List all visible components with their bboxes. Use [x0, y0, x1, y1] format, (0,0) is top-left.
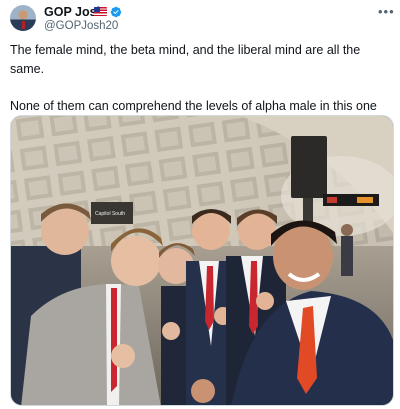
tweet-photo[interactable]: Capitol South	[10, 115, 394, 406]
station-sign-text: Capitol South	[95, 211, 125, 217]
group-selfie-photo: Capitol South	[11, 116, 393, 405]
tweet-card[interactable]: GOP Josh @GOPJosh20 ••• The female mind,…	[0, 0, 400, 409]
verified-badge-icon	[110, 6, 122, 18]
author-avatar[interactable]	[10, 5, 36, 31]
tweet-text-line-1: The female mind, the beta mind, and the …	[10, 43, 361, 76]
author-handle[interactable]: @GOPJosh20	[44, 20, 118, 33]
more-horizontal-icon[interactable]: •••	[378, 4, 395, 19]
us-flag-icon	[94, 7, 107, 16]
